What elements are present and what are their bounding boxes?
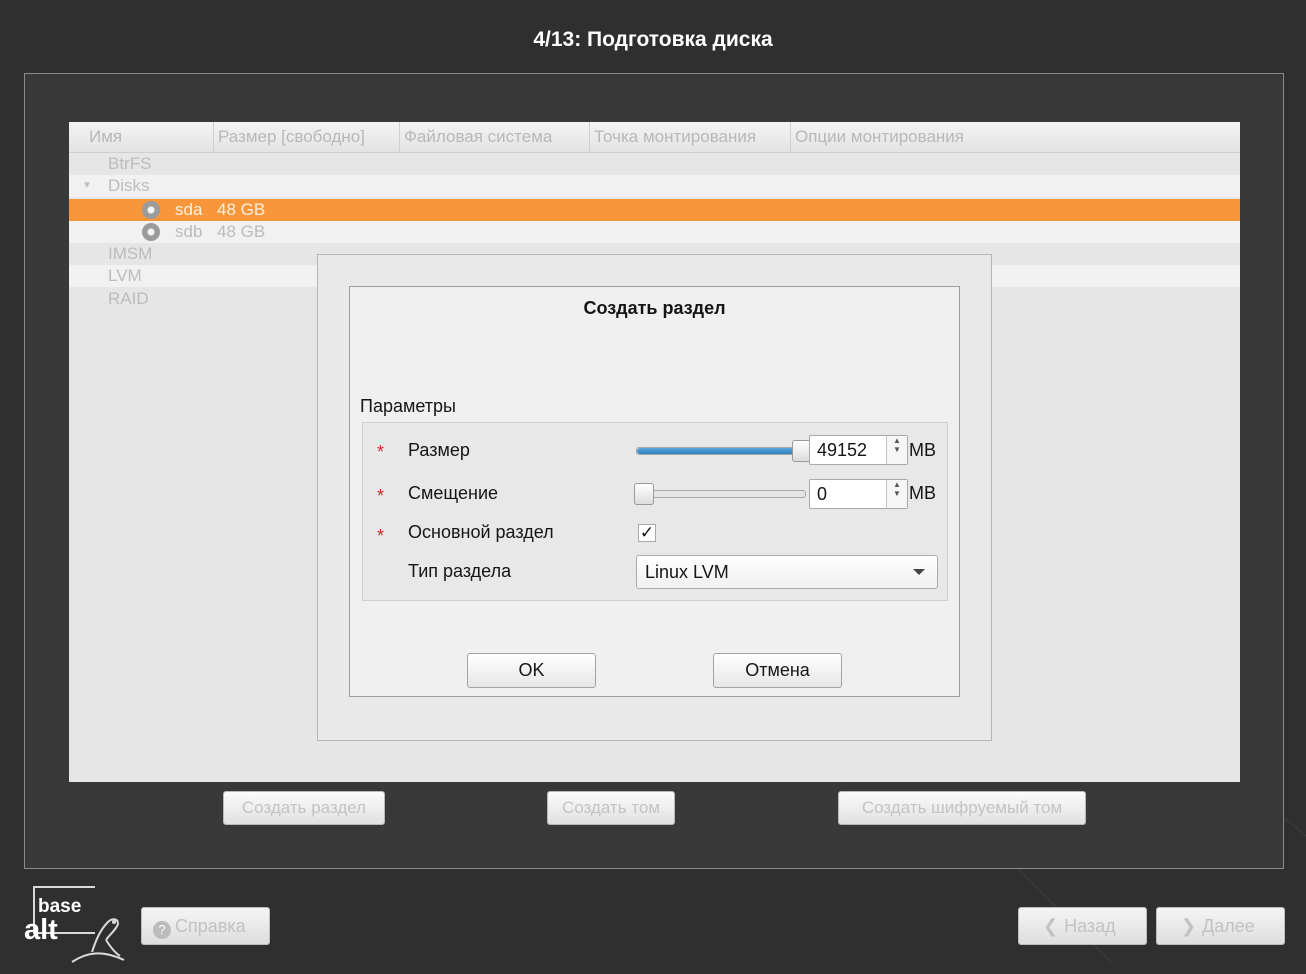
tree-row-label: Disks xyxy=(108,176,150,195)
spin-arrows-icon[interactable]: ▲ ▼ xyxy=(886,436,907,464)
disk-icon xyxy=(142,223,160,241)
parameters-group-label: Параметры xyxy=(360,396,456,416)
offset-slider[interactable] xyxy=(636,490,806,498)
column-header-filesystem[interactable]: Файловая система xyxy=(400,122,590,152)
partition-type-value: Linux LVM xyxy=(645,562,729,582)
tree-row-label: sdb xyxy=(175,222,203,241)
create-partition-dialog: Создать раздел Параметры * Размер 49152 … xyxy=(349,286,960,697)
ok-button[interactable]: OK xyxy=(467,653,596,688)
primary-partition-checkbox[interactable]: ✓ xyxy=(638,524,656,542)
column-header-size[interactable]: Размер [свободно] xyxy=(214,122,400,152)
next-label: Далее xyxy=(1202,916,1255,936)
basealt-logo: base alt xyxy=(22,886,132,968)
dialog-title: Создать раздел xyxy=(583,298,726,318)
size-value: 49152 xyxy=(817,440,868,460)
size-slider[interactable] xyxy=(636,447,806,455)
expand-arrow-icon[interactable]: ▼ xyxy=(82,175,92,197)
column-header-name[interactable]: Имя xyxy=(69,122,214,152)
column-header-mountpoint[interactable]: Точка монтирования xyxy=(590,122,791,152)
help-label: Справка xyxy=(175,916,246,936)
parameters-group: * Размер 49152 ▲ ▼ MB * Смещение 0 ▲ ▼ MB … xyxy=(362,422,948,601)
required-mark: * xyxy=(377,486,385,506)
size-slider-fill xyxy=(637,448,805,454)
back-button[interactable]: ❮ Назад xyxy=(1018,907,1147,945)
chevron-left-icon: ❮ xyxy=(1043,916,1059,936)
tree-row-sdb[interactable]: sdb 48 GB xyxy=(69,221,1240,243)
size-unit: MB xyxy=(909,440,936,460)
create-partition-button[interactable]: Создать раздел xyxy=(223,791,385,825)
spin-arrows-icon[interactable]: ▲ ▼ xyxy=(886,480,907,508)
help-button[interactable]: ? Справка xyxy=(141,907,270,945)
tree-row-sda[interactable]: sda 48 GB xyxy=(69,199,1240,221)
back-label: Назад xyxy=(1064,916,1116,936)
help-icon: ? xyxy=(153,921,171,939)
disk-icon xyxy=(142,201,160,219)
tree-row-disks[interactable]: ▼ Disks xyxy=(69,175,1240,197)
offset-slider-handle[interactable] xyxy=(634,483,654,505)
next-button[interactable]: ❯ Далее xyxy=(1156,907,1285,945)
tree-row-label: IMSM xyxy=(108,244,153,263)
tree-row-label: sda xyxy=(175,200,203,219)
offset-label: Смещение xyxy=(408,483,499,503)
primary-partition-label: Основной раздел xyxy=(408,522,554,542)
table-header: Имя Размер [свободно] Файловая система Т… xyxy=(69,122,1240,153)
tree-row-label: BtrFS xyxy=(108,154,152,173)
offset-value: 0 xyxy=(817,484,828,504)
tree-row-label: LVM xyxy=(108,266,142,285)
window-title: 4/13: Подготовка диска xyxy=(533,28,773,51)
logo-text-alt: alt xyxy=(24,914,58,946)
seal-logo-icon xyxy=(71,918,125,963)
column-header-mount-options[interactable]: Опции монтирования xyxy=(791,122,1240,152)
offset-unit: MB xyxy=(909,483,936,503)
create-volume-button[interactable]: Создать том xyxy=(547,791,675,825)
chevron-right-icon: ❯ xyxy=(1181,916,1197,936)
tree-row-btrfs[interactable]: BtrFS xyxy=(69,153,1240,175)
required-mark: * xyxy=(377,442,385,462)
size-label: Размер xyxy=(408,440,470,460)
partition-type-select[interactable]: Linux LVM xyxy=(636,555,938,589)
chevron-down-icon xyxy=(913,569,925,575)
tree-row-size: 48 GB xyxy=(217,200,266,219)
tree-row-label: RAID xyxy=(108,289,149,308)
partition-type-label: Тип раздела xyxy=(408,561,512,581)
required-mark: * xyxy=(377,526,385,546)
offset-spinbox[interactable]: 0 ▲ ▼ xyxy=(809,479,908,509)
tree-row-size: 48 GB xyxy=(217,222,266,241)
cancel-button[interactable]: Отмена xyxy=(713,653,842,688)
create-encrypted-volume-button[interactable]: Создать шифруемый том xyxy=(838,791,1086,825)
size-spinbox[interactable]: 49152 ▲ ▼ xyxy=(809,435,908,465)
